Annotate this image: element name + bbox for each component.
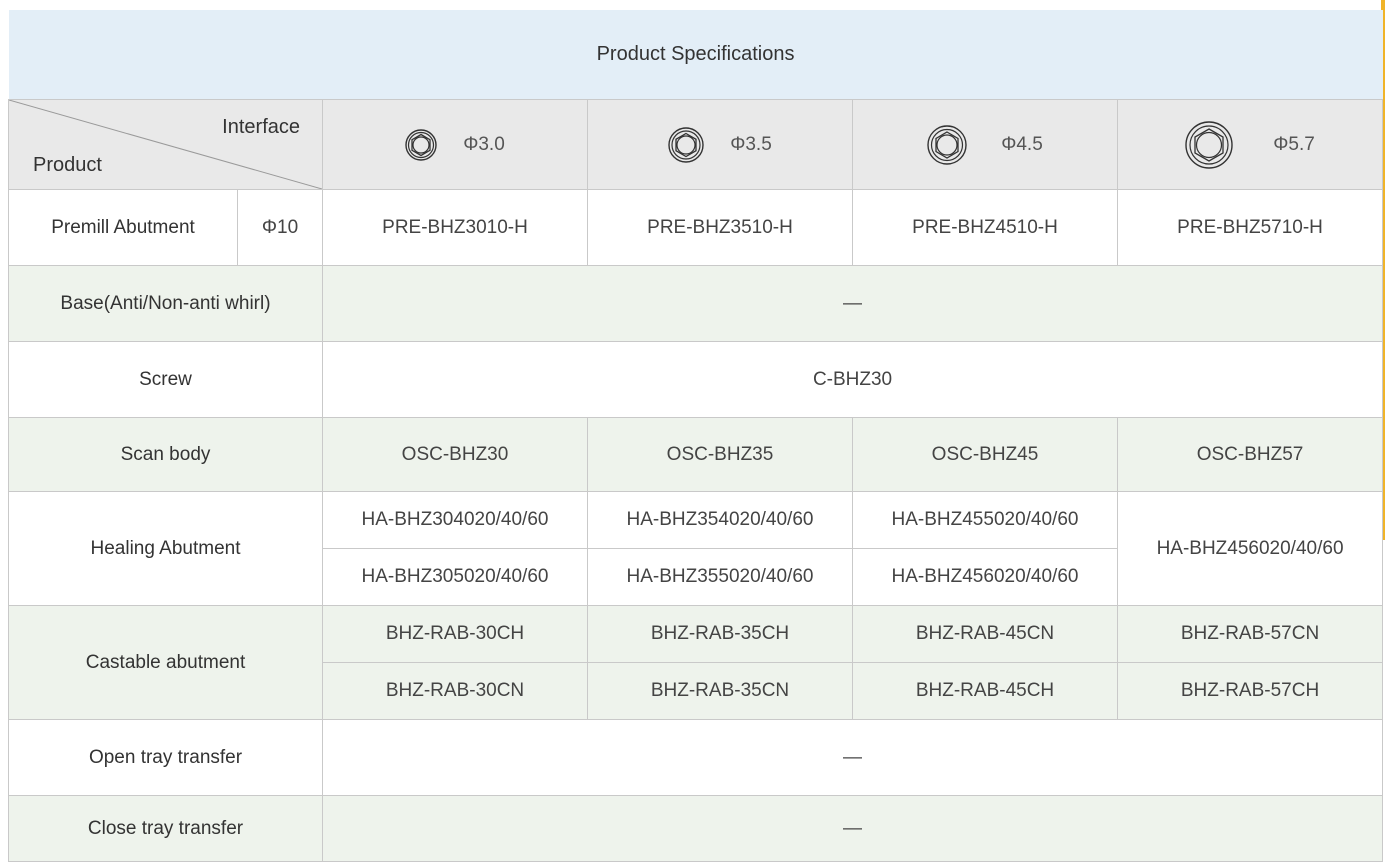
row-sub-premill: Φ10 <box>237 189 323 266</box>
row-label-castable: Castable abutment <box>8 605 323 720</box>
cell-value: BHZ-RAB-45CN <box>852 605 1118 663</box>
interface-label: Φ3.0 <box>463 133 505 155</box>
corner-header: Interface Product <box>8 99 323 190</box>
cell-value: — <box>321 719 1384 796</box>
cell-value: BHZ-RAB-30CH <box>322 605 588 663</box>
cell-value: BHZ-RAB-57CH <box>1116 662 1384 720</box>
interface-header-row: Interface Product Φ3.0 Φ3.5 Φ4.5 Φ5.7 <box>8 99 1384 190</box>
cell-value: HA-BHZ455020/40/60 <box>852 491 1118 549</box>
corner-interface-label: Interface <box>222 116 300 138</box>
cell-value: HA-BHZ456020/40/60 <box>852 548 1118 606</box>
interface-label: Φ3.5 <box>730 133 772 155</box>
cell-value: OSC-BHZ30 <box>322 417 588 492</box>
cell-value: C-BHZ30 <box>321 341 1384 418</box>
table-row-castable-1: Castable abutment BHZ-RAB-30CH BHZ-RAB-3… <box>8 605 1384 720</box>
cell-value: — <box>321 795 1384 862</box>
cell-value: BHZ-RAB-45CH <box>852 662 1118 720</box>
table-row-open-tray: Open tray transfer — <box>8 719 1384 796</box>
row-label-close-tray: Close tray transfer <box>8 795 323 862</box>
row-label-base: Base(Anti/Non-anti whirl) <box>8 265 323 342</box>
row-label-premill: Premill Abutment <box>8 189 238 266</box>
table-row-base: Base(Anti/Non-anti whirl) — <box>8 265 1384 342</box>
page: Product Specifications Interface Product <box>0 0 1387 863</box>
table-row-screw: Screw C-BHZ30 <box>8 341 1384 418</box>
table-row-healing-1: Healing Abutment HA-BHZ304020/40/60 HA-B… <box>8 491 1384 606</box>
interface-label: Φ4.5 <box>1001 133 1043 155</box>
cell-value: PRE-BHZ3010-H <box>322 189 588 266</box>
cell-value: PRE-BHZ5710-H <box>1116 189 1384 266</box>
table-row-close-tray: Close tray transfer — <box>8 795 1384 862</box>
row-label-scan: Scan body <box>8 417 323 492</box>
cell-value: HA-BHZ304020/40/60 <box>322 491 588 549</box>
hexagon-socket-icon <box>1185 120 1233 169</box>
interface-col-30: Φ3.0 <box>322 99 588 190</box>
hexagon-socket-icon <box>405 128 437 161</box>
table-row-premill: Premill Abutment Φ10 PRE-BHZ3010-H PRE-B… <box>8 189 1384 266</box>
table-title: Product Specifications <box>8 10 1383 100</box>
cell-value: BHZ-RAB-35CN <box>587 662 853 720</box>
cell-value: HA-BHZ355020/40/60 <box>587 548 853 606</box>
interface-col-57: Φ5.7 <box>1116 99 1384 190</box>
hexagon-socket-icon <box>927 124 967 165</box>
cell-value: HA-BHZ305020/40/60 <box>322 548 588 606</box>
interface-col-45: Φ4.5 <box>852 99 1118 190</box>
cell-value: OSC-BHZ57 <box>1116 417 1384 492</box>
product-spec-table: Product Specifications Interface Product <box>8 10 1384 862</box>
interface-col-35: Φ3.5 <box>587 99 853 190</box>
cell-value: BHZ-RAB-57CN <box>1116 605 1384 663</box>
table-row-scan: Scan body OSC-BHZ30 OSC-BHZ35 OSC-BHZ45 … <box>8 417 1384 492</box>
cell-value: OSC-BHZ35 <box>587 417 853 492</box>
interface-label: Φ5.7 <box>1273 133 1315 155</box>
cell-value: HA-BHZ354020/40/60 <box>587 491 853 549</box>
corner-product-label: Product <box>33 154 102 176</box>
cell-value: BHZ-RAB-35CH <box>587 605 853 663</box>
cell-value: HA-BHZ456020/40/60 <box>1116 491 1384 606</box>
cell-value: PRE-BHZ3510-H <box>587 189 853 266</box>
row-label-open-tray: Open tray transfer <box>8 719 323 796</box>
row-label-healing: Healing Abutment <box>8 491 323 606</box>
cell-value: PRE-BHZ4510-H <box>852 189 1118 266</box>
cell-value: OSC-BHZ45 <box>852 417 1118 492</box>
cell-value: — <box>321 265 1384 342</box>
cell-value: BHZ-RAB-30CN <box>322 662 588 720</box>
row-label-screw: Screw <box>8 341 323 418</box>
hexagon-socket-icon <box>668 126 704 163</box>
